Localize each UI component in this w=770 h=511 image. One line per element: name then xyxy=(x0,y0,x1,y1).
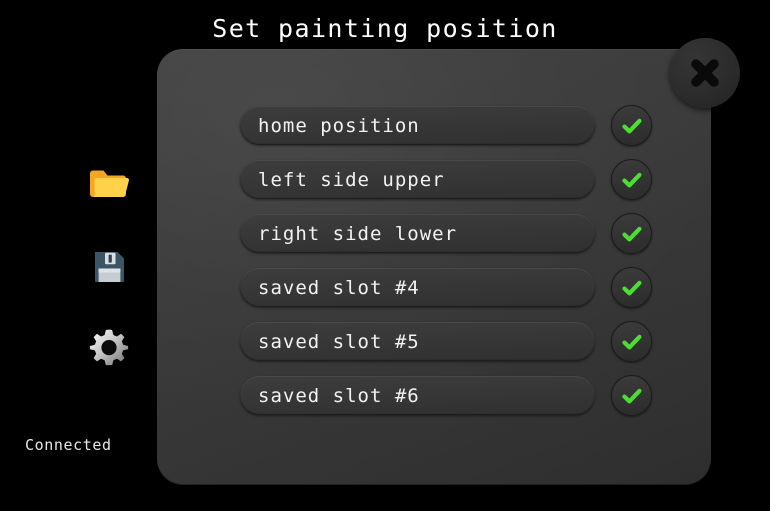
dialog-panel: home position left side upper right side… xyxy=(157,49,711,485)
connection-status: Connected xyxy=(25,436,112,454)
slot-confirm-button-5[interactable] xyxy=(611,321,652,362)
slot-confirm-button-1[interactable] xyxy=(611,105,652,146)
slot-label: left side upper xyxy=(258,168,445,191)
slot-button-1[interactable]: home position xyxy=(240,106,595,145)
page-title: Set painting position xyxy=(212,14,558,43)
slot-label: saved slot #4 xyxy=(258,276,420,299)
slot-button-3[interactable]: right side lower xyxy=(240,214,595,253)
gear-icon xyxy=(89,329,129,366)
check-icon xyxy=(621,118,641,133)
slot-label: saved slot #6 xyxy=(258,384,420,407)
close-icon xyxy=(691,59,719,87)
slot-button-6[interactable]: saved slot #6 xyxy=(240,376,595,415)
slot-label: saved slot #5 xyxy=(258,330,420,353)
check-icon xyxy=(621,388,641,403)
check-icon xyxy=(621,280,641,295)
slot-row: left side upper xyxy=(240,159,652,200)
slot-row: home position xyxy=(240,105,652,146)
slot-confirm-button-6[interactable] xyxy=(611,375,652,416)
slot-confirm-button-3[interactable] xyxy=(611,213,652,254)
slot-list: home position left side upper right side… xyxy=(240,105,652,416)
slot-row: right side lower xyxy=(240,213,652,254)
sidebar-item-open-folder[interactable] xyxy=(86,162,132,208)
sidebar-item-settings[interactable] xyxy=(86,324,132,370)
slot-row: saved slot #4 xyxy=(240,267,652,308)
folder-icon xyxy=(90,170,129,197)
sidebar: Connected xyxy=(0,49,157,511)
floppy-disk-icon xyxy=(95,252,124,282)
slot-confirm-button-4[interactable] xyxy=(611,267,652,308)
slot-row: saved slot #5 xyxy=(240,321,652,362)
slot-label: right side lower xyxy=(258,222,458,245)
slot-row: saved slot #6 xyxy=(240,375,652,416)
sidebar-item-save[interactable] xyxy=(86,244,132,290)
slot-button-4[interactable]: saved slot #4 xyxy=(240,268,595,307)
slot-button-5[interactable]: saved slot #5 xyxy=(240,322,595,361)
slot-confirm-button-2[interactable] xyxy=(611,159,652,200)
check-icon xyxy=(621,334,641,349)
close-button[interactable] xyxy=(670,38,740,108)
check-icon xyxy=(621,226,641,241)
check-icon xyxy=(621,172,641,187)
slot-button-2[interactable]: left side upper xyxy=(240,160,595,199)
slot-label: home position xyxy=(258,114,420,137)
